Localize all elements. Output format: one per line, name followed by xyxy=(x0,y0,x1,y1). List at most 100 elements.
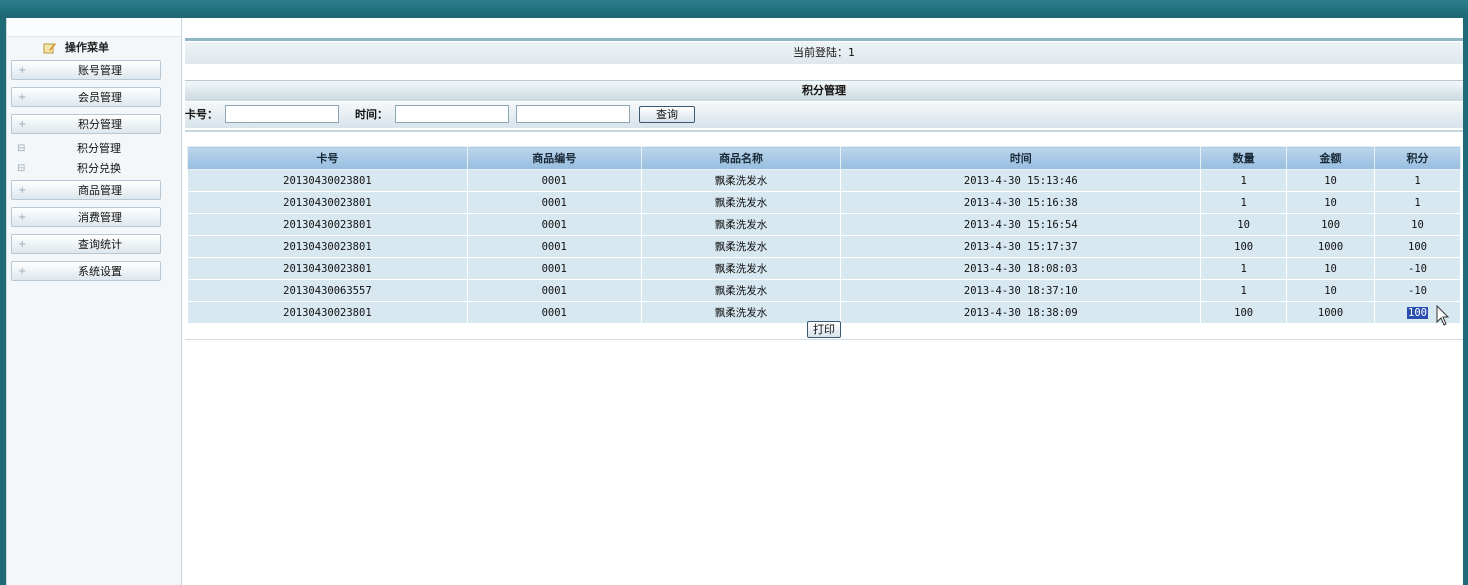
menu-edit-icon xyxy=(43,42,57,54)
cell-product-code: 0001 xyxy=(466,279,642,302)
expand-icon: + xyxy=(18,119,27,130)
cell-points: 1 xyxy=(1374,169,1461,192)
cell-quantity: 100 xyxy=(1200,235,1288,258)
table-row[interactable]: 20130430023801 0001 飘柔洗发水 2013-4-30 15:1… xyxy=(187,235,1461,258)
cell-time: 2013-4-30 15:13:46 xyxy=(840,169,1202,192)
cell-product-code: 0001 xyxy=(466,301,642,324)
sidebar-item-consumption[interactable]: + 消费管理 xyxy=(11,207,161,227)
cell-amount: 10 xyxy=(1286,169,1376,192)
cell-product-code: 0001 xyxy=(466,169,642,192)
cell-points: 100 xyxy=(1374,235,1461,258)
table-row[interactable]: 20130430063557 0001 飘柔洗发水 2013-4-30 18:3… xyxy=(187,279,1461,302)
expand-icon: + xyxy=(18,239,27,250)
cell-time: 2013-4-30 15:16:54 xyxy=(840,213,1202,236)
column-header-amount: 金额 xyxy=(1286,146,1376,170)
cell-time: 2013-4-30 15:16:38 xyxy=(840,191,1202,214)
expand-icon: + xyxy=(18,92,27,103)
tree-node-icon: ⊟ xyxy=(17,143,26,154)
sidebar-subitem-points-manage[interactable]: ⊟ 积分管理 xyxy=(11,141,161,157)
sidebar-item-label: 消费管理 xyxy=(78,211,122,224)
cell-points: 10 xyxy=(1374,213,1461,236)
cell-time: 2013-4-30 18:08:03 xyxy=(840,257,1202,280)
time-to-input[interactable] xyxy=(516,105,630,123)
table-row[interactable]: 20130430023801 0001 飘柔洗发水 2013-4-30 15:1… xyxy=(187,213,1461,236)
sidebar-item-goods[interactable]: + 商品管理 xyxy=(11,180,161,200)
table-row[interactable]: 20130430023801 0001 飘柔洗发水 2013-4-30 15:1… xyxy=(187,191,1461,214)
cell-quantity: 1 xyxy=(1200,257,1288,280)
main-top-line xyxy=(185,38,1463,41)
expand-icon: + xyxy=(18,65,27,76)
query-button[interactable]: 查询 xyxy=(639,106,695,123)
cell-card: 20130430023801 xyxy=(187,301,468,324)
app-frame: 操作菜单 + 账号管理 + 会员管理 + 积分管理 ⊟ 积分管理 ⊟ 积分兑换 … xyxy=(6,18,1463,585)
cell-product-code: 0001 xyxy=(466,191,642,214)
time-label: 时间： xyxy=(355,108,388,121)
sidebar-item-label: 账号管理 xyxy=(78,64,122,77)
card-number-input[interactable] xyxy=(225,105,339,123)
table-header-row: 卡号 商品编号 商品名称 时间 数量 金额 积分 xyxy=(187,146,1461,170)
cell-quantity: 1 xyxy=(1200,191,1288,214)
section-title: 积分管理 xyxy=(802,84,846,97)
cell-product-name: 飘柔洗发水 xyxy=(640,257,842,280)
cell-quantity: 1 xyxy=(1200,169,1288,192)
points-table: 卡号 商品编号 商品名称 时间 数量 金额 积分 20130430023801 … xyxy=(187,146,1461,324)
tree-node-icon: ⊟ xyxy=(17,163,26,174)
column-header-product-name: 商品名称 xyxy=(640,146,842,170)
cell-time: 2013-4-30 15:17:37 xyxy=(840,235,1202,258)
sidebar-item-label: 商品管理 xyxy=(78,184,122,197)
sidebar-item-statistics[interactable]: + 查询统计 xyxy=(11,234,161,254)
sidebar-item-label: 查询统计 xyxy=(78,238,122,251)
cell-quantity: 1 xyxy=(1200,279,1288,302)
sidebar-item-account[interactable]: + 账号管理 xyxy=(11,60,161,80)
cell-product-name: 飘柔洗发水 xyxy=(640,235,842,258)
cell-points: 1 xyxy=(1374,191,1461,214)
cell-amount: 10 xyxy=(1286,257,1376,280)
menu-title-label: 操作菜单 xyxy=(65,41,109,54)
expand-icon: + xyxy=(18,212,27,223)
table-row[interactable]: 20130430023801 0001 飘柔洗发水 2013-4-30 15:1… xyxy=(187,169,1461,192)
cell-quantity: 100 xyxy=(1200,301,1288,324)
search-bar: 卡号： 时间： 查询 xyxy=(185,102,1463,128)
sidebar-subitem-points-exchange[interactable]: ⊟ 积分兑换 xyxy=(11,161,161,177)
cell-amount: 1000 xyxy=(1286,235,1376,258)
cell-product-name: 飘柔洗发水 xyxy=(640,279,842,302)
bottom-divider xyxy=(185,339,1463,340)
cell-product-name: 飘柔洗发水 xyxy=(640,213,842,236)
cell-product-code: 0001 xyxy=(466,213,642,236)
menu-title: 操作菜单 xyxy=(43,40,109,56)
table-row[interactable]: 20130430023801 0001 飘柔洗发水 2013-4-30 18:0… xyxy=(187,257,1461,280)
column-header-product-code: 商品编号 xyxy=(466,146,642,170)
cell-quantity: 10 xyxy=(1200,213,1288,236)
cell-amount: 100 xyxy=(1286,213,1376,236)
cell-card: 20130430023801 xyxy=(187,169,468,192)
sidebar-top-strip xyxy=(7,18,181,37)
sidebar-item-settings[interactable]: + 系统设置 xyxy=(11,261,161,281)
cell-card: 20130430023801 xyxy=(187,235,468,258)
sidebar-item-points[interactable]: + 积分管理 xyxy=(11,114,161,134)
login-status-text: 当前登陆：1 xyxy=(793,46,855,59)
cell-time: 2013-4-30 18:37:10 xyxy=(840,279,1202,302)
column-header-card: 卡号 xyxy=(187,146,468,170)
cell-product-name: 飘柔洗发水 xyxy=(640,191,842,214)
sidebar-item-label: 积分管理 xyxy=(78,118,122,131)
print-button[interactable]: 打印 xyxy=(807,321,841,338)
login-status-bar: 当前登陆：1 xyxy=(185,42,1463,64)
sidebar: 操作菜单 + 账号管理 + 会员管理 + 积分管理 ⊟ 积分管理 ⊟ 积分兑换 … xyxy=(7,18,182,585)
sidebar-subitem-label: 积分管理 xyxy=(77,142,121,155)
cell-points: -10 xyxy=(1374,257,1461,280)
divider xyxy=(185,130,1463,132)
column-header-quantity: 数量 xyxy=(1200,146,1288,170)
window-top-bar xyxy=(0,0,1468,18)
cell-points: -10 xyxy=(1374,279,1461,302)
time-from-input[interactable] xyxy=(395,105,509,123)
cell-card: 20130430023801 xyxy=(187,191,468,214)
cell-card: 20130430063557 xyxy=(187,279,468,302)
expand-icon: + xyxy=(18,266,27,277)
cell-amount: 10 xyxy=(1286,191,1376,214)
mouse-cursor-icon xyxy=(1436,305,1450,326)
main-content: 当前登陆：1 积分管理 卡号： 时间： 查询 卡号 商品编号 商品名称 时间 数… xyxy=(185,18,1463,585)
sidebar-item-member[interactable]: + 会员管理 xyxy=(11,87,161,107)
column-header-points: 积分 xyxy=(1374,146,1461,170)
selected-text: 100 xyxy=(1407,306,1428,319)
sidebar-item-label: 系统设置 xyxy=(78,265,122,278)
